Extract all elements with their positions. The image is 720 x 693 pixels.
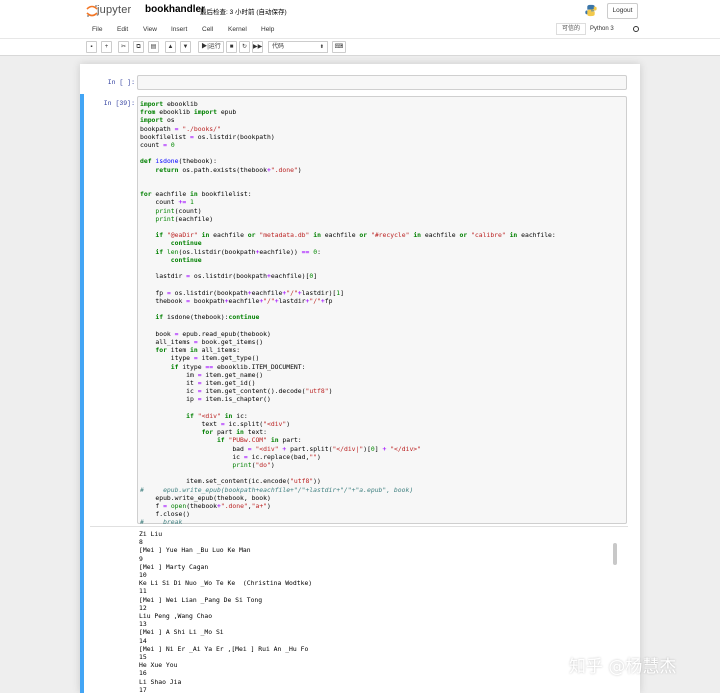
copy-button[interactable]: ⧉ (133, 41, 144, 53)
scissors-icon: ✂ (120, 44, 127, 50)
python-logo-icon (585, 4, 597, 17)
cell-output[interactable]: Zi Liu 8 [Mei ] Yue Han _Bu Luo Ke Man 9… (90, 526, 628, 693)
cell-input[interactable]: import ebooklib from ebooklib import epu… (137, 96, 627, 527)
code-cell-selected[interactable]: In [39]: import ebooklib from ebooklib i… (90, 96, 630, 526)
move-down-button[interactable]: ▼ (180, 41, 191, 53)
jupyter-logo[interactable]: jupyter (86, 3, 142, 21)
keyboard-icon: ⌨ (334, 44, 344, 50)
run-button[interactable]: ▶|运行 (198, 41, 224, 53)
stop-icon: ■ (229, 44, 234, 50)
interrupt-button[interactable]: ■ (226, 41, 237, 53)
paste-icon: ▤ (150, 44, 157, 50)
restart-button[interactable]: ↻ (239, 41, 250, 53)
command-palette-button[interactable]: ⌨ (332, 41, 346, 53)
selected-cell-indicator (80, 94, 84, 693)
notebook-name[interactable]: bookhandler (145, 4, 205, 15)
toolbar: ▪ + ✂ ⧉ ▤ ▲ ▼ ▶|运行 ■ ↻ ▶▶ 代码 ⬍ ⌨ (0, 38, 720, 56)
notebook-header: jupyter bookhandler 最后检查: 3 小时前 (自动保存) L… (0, 0, 720, 38)
run-icon: ▶| (201, 44, 209, 50)
menu-view[interactable]: View (143, 26, 157, 33)
move-up-button[interactable]: ▲ (165, 41, 176, 53)
save-icon: ▪ (90, 44, 93, 50)
menu-kernel[interactable]: Kernel (228, 26, 247, 33)
insert-cell-button[interactable]: + (101, 41, 112, 53)
checkpoint-status: 最后检查: 3 小时前 (自动保存) (200, 9, 287, 16)
fast-forward-icon: ▶▶ (253, 44, 263, 50)
logout-button[interactable]: Logout (607, 3, 638, 19)
cell-prompt: In [ ]: (107, 79, 135, 86)
cell-code (138, 76, 626, 79)
plus-icon: + (104, 44, 109, 50)
code-cell-empty[interactable]: In [ ]: (90, 74, 630, 92)
arrow-down-icon: ▼ (182, 44, 189, 50)
menubar: File Edit View Insert Cell Kernel Help 可… (80, 23, 640, 37)
kernel-status-icon (633, 26, 639, 32)
scrollbar-thumb[interactable] (613, 543, 617, 565)
arrow-up-icon: ▲ (167, 44, 174, 50)
cell-type-select[interactable]: 代码 ⬍ (268, 41, 328, 53)
copy-icon: ⧉ (136, 44, 141, 50)
watermark: 知乎 @杨慧杰 (569, 657, 677, 677)
output-text: Zi Liu 8 [Mei ] Yue Han _Bu Luo Ke Man 9… (139, 530, 313, 693)
paste-button[interactable]: ▤ (148, 41, 159, 53)
cell-input[interactable] (137, 75, 627, 90)
menu-edit[interactable]: Edit (117, 26, 128, 33)
restart-icon: ↻ (241, 44, 248, 50)
menu-insert[interactable]: Insert (171, 26, 187, 33)
restart-run-all-button[interactable]: ▶▶ (252, 41, 263, 53)
menu-file[interactable]: File (92, 26, 102, 33)
menu-cell[interactable]: Cell (202, 26, 213, 33)
logo-text: jupyter (97, 4, 132, 16)
cell-prompt: In [39]: (103, 100, 135, 107)
trusted-indicator[interactable]: 可信的 (556, 23, 586, 35)
select-caret-icon: ⬍ (319, 44, 324, 50)
kernel-name: Python 3 (590, 26, 614, 32)
cut-button[interactable]: ✂ (118, 41, 129, 53)
run-label: 运行 (208, 44, 221, 50)
cell-type-value: 代码 (272, 44, 285, 50)
menu-help[interactable]: Help (261, 26, 274, 33)
notebook-container: In [ ]: In [39]: import ebooklib from eb… (80, 64, 640, 693)
cell-code: import ebooklib from ebooklib import epu… (140, 100, 556, 527)
save-button[interactable]: ▪ (86, 41, 97, 53)
